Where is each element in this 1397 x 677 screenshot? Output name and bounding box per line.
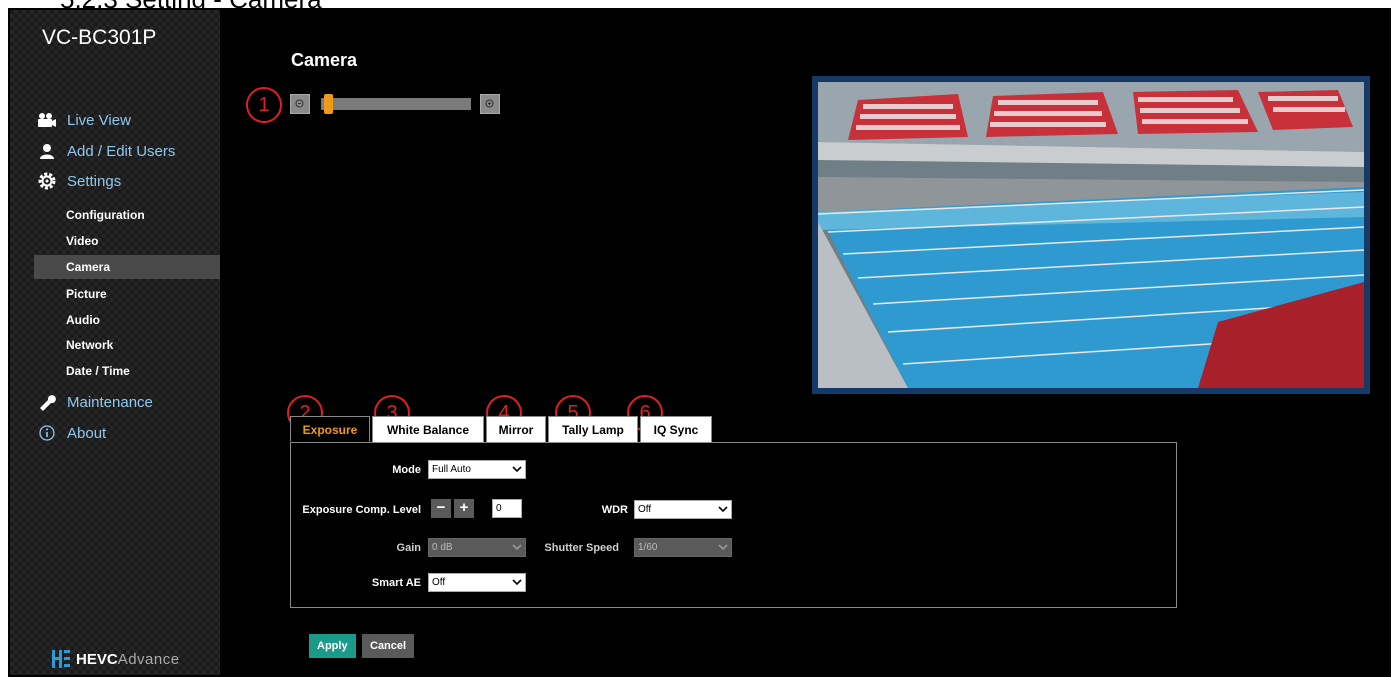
live-preview-image xyxy=(812,76,1370,394)
mode-select[interactable]: Full Auto xyxy=(428,460,526,479)
tab-tally-lamp[interactable]: Tally Lamp xyxy=(548,416,638,442)
wdr-select[interactable]: Off xyxy=(634,500,732,519)
nav-settings-label: Settings xyxy=(67,172,122,190)
swimming-pool-scene xyxy=(818,82,1364,388)
nav-maintenance-label: Maintenance xyxy=(67,393,153,411)
nav-date-time[interactable]: Date / Time xyxy=(34,359,220,383)
wdr-label: WDR xyxy=(601,504,628,516)
nav-network[interactable]: Network xyxy=(34,333,220,357)
nav-maintenance[interactable]: Maintenance xyxy=(37,390,153,414)
mode-value: Full Auto xyxy=(432,464,471,475)
nav-live-view[interactable]: Live View xyxy=(37,108,131,132)
smart-ae-label: Smart AE xyxy=(371,577,421,589)
video-camera-icon xyxy=(37,110,57,130)
zoom-in-button[interactable] xyxy=(480,94,500,114)
exposure-settings-panel xyxy=(290,442,1177,608)
advance-logo-text: Advance xyxy=(117,650,180,668)
nav-users-label: Add / Edit Users xyxy=(67,142,176,160)
nav-about[interactable]: About xyxy=(37,421,106,445)
smart-ae-value: Off xyxy=(432,577,446,588)
sidebar: VC-BC301P Live View Add / Edit Users Set… xyxy=(10,10,220,675)
callout-marker-1: 1 xyxy=(246,87,282,123)
chevron-down-icon xyxy=(718,544,728,551)
gain-select[interactable]: 0 dB xyxy=(428,538,526,557)
exposure-comp-increase-button[interactable]: + xyxy=(454,499,474,518)
gain-value: 0 dB xyxy=(432,542,453,553)
zoom-out-icon xyxy=(295,99,304,108)
nav-video[interactable]: Video xyxy=(34,229,220,253)
smart-ae-select[interactable]: Off xyxy=(428,573,526,592)
nav-about-label: About xyxy=(67,424,107,442)
shutter-speed-value: 1/60 xyxy=(638,542,658,553)
page-title: Camera xyxy=(291,50,358,70)
chevron-down-icon xyxy=(512,466,522,473)
nav-audio[interactable]: Audio xyxy=(34,308,220,332)
zoom-slider-handle[interactable] xyxy=(323,94,333,114)
nav-configuration[interactable]: Configuration xyxy=(34,203,220,227)
apply-button[interactable]: Apply xyxy=(309,634,356,658)
exposure-comp-value-input[interactable]: 0 xyxy=(492,499,522,518)
tab-exposure[interactable]: Exposure xyxy=(290,416,370,442)
wdr-value: Off xyxy=(638,504,652,515)
user-icon xyxy=(37,141,57,161)
tab-iq-sync[interactable]: IQ Sync xyxy=(640,416,712,442)
shutter-speed-label: Shutter Speed xyxy=(544,542,619,554)
wrench-icon xyxy=(37,392,57,412)
hevc-logo-text: HEVC xyxy=(76,650,118,668)
camera-web-ui: VC-BC301P Live View Add / Edit Users Set… xyxy=(8,8,1391,677)
chevron-down-icon xyxy=(512,544,522,551)
mode-label: Mode xyxy=(392,464,421,476)
zoom-in-icon xyxy=(485,99,494,108)
shutter-speed-select[interactable]: 1/60 xyxy=(634,538,732,557)
exposure-comp-level-label: Exposure Comp. Level xyxy=(302,504,421,516)
zoom-out-button[interactable] xyxy=(290,94,310,114)
nav-settings[interactable]: Settings xyxy=(37,169,121,193)
nav-add-edit-users[interactable]: Add / Edit Users xyxy=(37,139,175,163)
hevc-advance-logo: HEVC Advance xyxy=(52,648,180,670)
gear-icon xyxy=(37,171,57,191)
chevron-down-icon xyxy=(512,579,522,586)
tab-mirror[interactable]: Mirror xyxy=(486,416,546,442)
gain-label: Gain xyxy=(396,542,421,554)
exposure-comp-decrease-button[interactable]: − xyxy=(431,499,451,518)
nav-live-view-label: Live View xyxy=(67,111,131,129)
tab-white-balance[interactable]: White Balance xyxy=(372,416,484,442)
nav-picture[interactable]: Picture xyxy=(34,282,220,306)
cancel-button[interactable]: Cancel xyxy=(362,634,415,658)
info-icon xyxy=(37,423,57,443)
nav-camera[interactable]: Camera xyxy=(34,255,220,279)
device-model: VC-BC301P xyxy=(42,26,157,49)
chevron-down-icon xyxy=(718,506,728,513)
zoom-slider-track[interactable] xyxy=(321,98,471,110)
hevc-emblem-icon xyxy=(52,650,70,668)
